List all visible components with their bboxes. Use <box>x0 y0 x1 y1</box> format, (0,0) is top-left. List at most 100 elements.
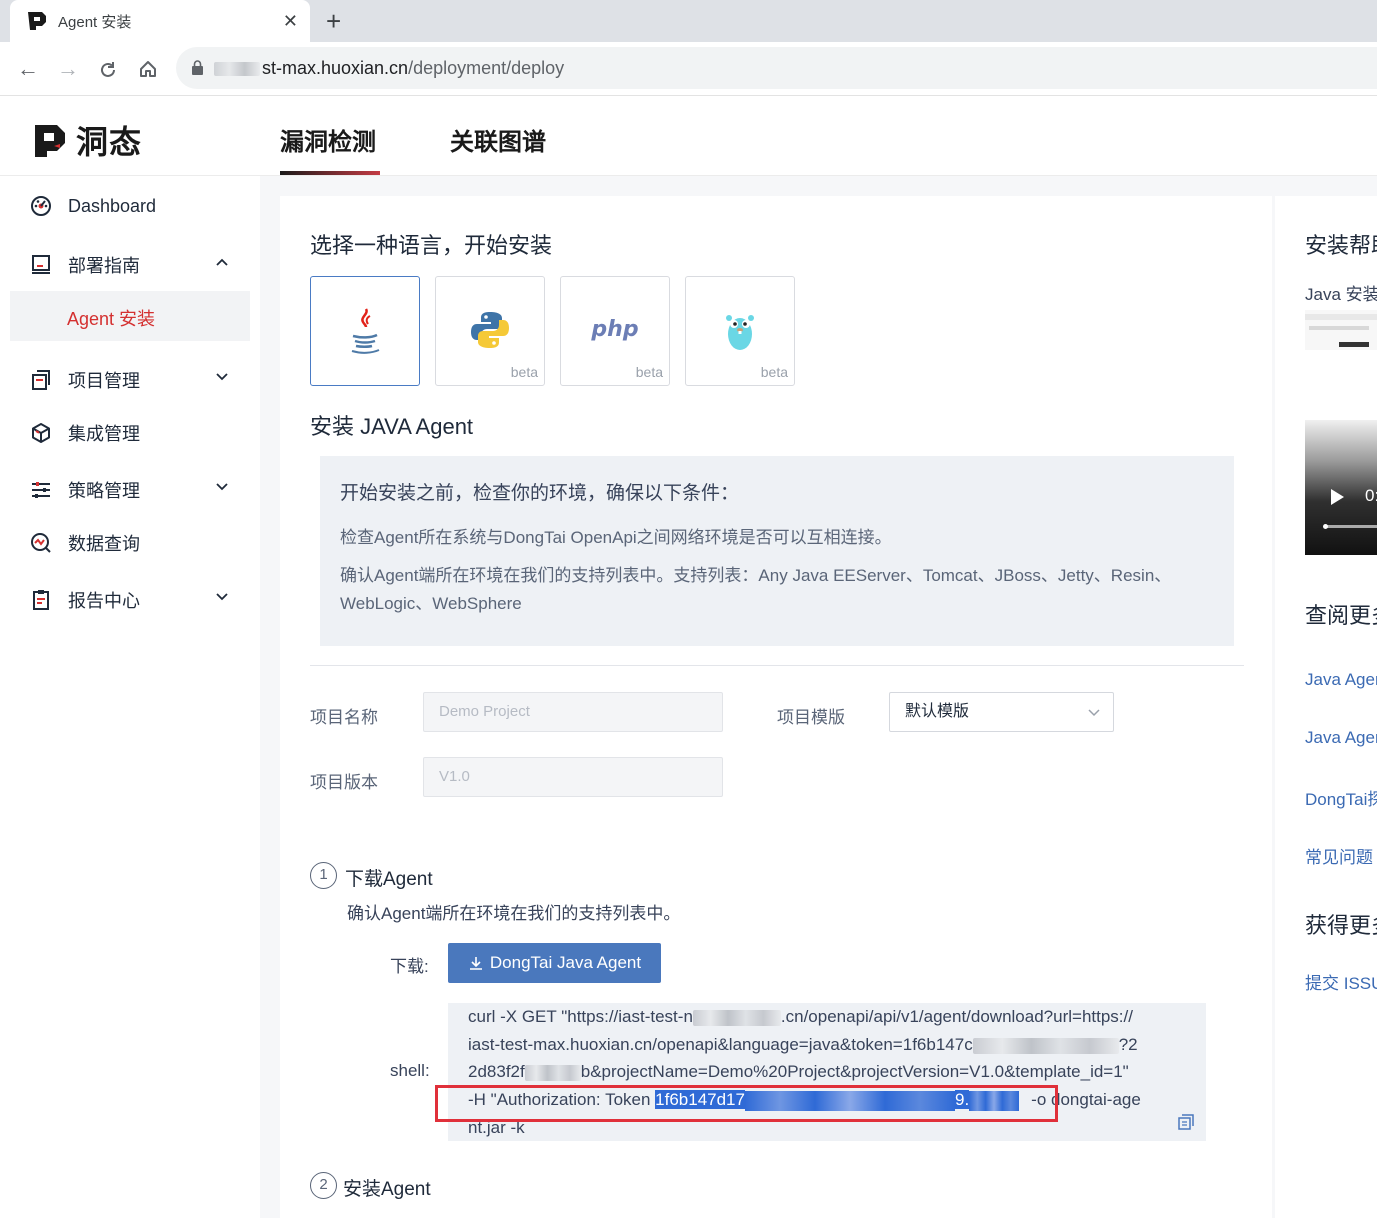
back-icon[interactable]: ← <box>17 54 39 84</box>
get-more-title: 获得更多 <box>1305 913 1377 938</box>
tab-relation-graph[interactable]: 关联图谱 <box>450 122 546 157</box>
step-number: 1 <box>310 862 337 889</box>
highlight-frame <box>435 1085 1058 1122</box>
dongtai-favicon-icon <box>28 12 46 30</box>
tab-title: Agent 安装 <box>58 13 132 31</box>
dongtai-logo-icon <box>35 125 65 157</box>
sidebar-item-label: 集成管理 <box>68 424 140 444</box>
java-icon <box>351 308 380 354</box>
help-link[interactable]: DongTai探 <box>1305 785 1377 810</box>
project-version-input[interactable]: V1.0 <box>423 757 723 797</box>
chevron-down-icon[interactable] <box>214 478 230 494</box>
step-number: 2 <box>310 1172 337 1199</box>
chevron-down-icon[interactable] <box>214 588 230 604</box>
requirement-support-list-cont: WebLogic、WebSphere <box>340 594 522 613</box>
project-name-input[interactable]: Demo Project <box>423 692 723 732</box>
step-download-title: 下载Agent <box>345 869 433 890</box>
project-name-label: 项目名称 <box>310 708 378 727</box>
sidebar-subitem-label: Agent 安装 <box>67 309 156 329</box>
step-download-desc: 确认Agent端所在环境在我们的支持列表中。 <box>347 904 681 923</box>
cube-icon <box>32 423 50 443</box>
sidebar-item-strategy[interactable]: 策略管理 <box>30 477 140 503</box>
download-label: 下载: <box>390 957 429 976</box>
download-agent-button[interactable]: DongTai Java Agent <box>448 943 661 983</box>
active-tab-indicator <box>280 171 380 175</box>
choose-language-title: 选择一种语言，开始安装 <box>310 233 553 258</box>
help-title: 安装帮助 <box>1305 233 1377 258</box>
chevron-down-icon[interactable] <box>214 368 230 384</box>
sidebar-item-label: 数据查询 <box>68 534 140 554</box>
requirement-network: 检查Agent所在系统与DongTai OpenApi之间网络环境是否可以互相连… <box>340 528 892 547</box>
help-link[interactable]: 常见问题 <box>1305 843 1373 868</box>
url-redacted <box>214 62 260 76</box>
sidebar-item-label: 项目管理 <box>68 371 140 391</box>
read-more-title: 查阅更多 <box>1305 603 1377 628</box>
language-option-go[interactable]: beta <box>685 276 795 386</box>
download-button-label: DongTai Java Agent <box>489 953 642 972</box>
redacted-text <box>524 1064 581 1081</box>
close-tab-icon[interactable]: ✕ <box>283 11 298 32</box>
tab-vuln-detection[interactable]: 漏洞检测 <box>280 122 376 157</box>
sidebar-item-integration[interactable]: 集成管理 <box>30 420 140 446</box>
lock-icon[interactable] <box>192 60 203 75</box>
redacted-text <box>692 1009 781 1026</box>
sidebar-item-label: 报告中心 <box>68 591 140 611</box>
shell-label: shell: <box>390 1061 430 1080</box>
browser-tab-bar: Agent 安装 ✕ + <box>0 0 1377 42</box>
reload-icon[interactable] <box>98 60 118 80</box>
sidebar-item-label: Dashboard <box>68 195 157 216</box>
browser-tab[interactable]: Agent 安装 ✕ <box>10 0 310 42</box>
home-icon[interactable] <box>138 59 158 79</box>
language-option-java[interactable] <box>310 276 420 386</box>
layers-icon <box>32 370 50 390</box>
play-icon[interactable] <box>1329 488 1345 506</box>
sliders-icon <box>32 482 50 498</box>
sidebar-item-reports[interactable]: 报告中心 <box>30 587 140 613</box>
copy-icon[interactable] <box>1177 1113 1195 1131</box>
requirements-title: 开始安装之前，检查你的环境，确保以下条件： <box>340 483 740 504</box>
monitor-icon <box>32 255 50 274</box>
help-link[interactable]: Java Agent <box>1305 728 1377 748</box>
step-install-title: 安装Agent <box>343 1179 431 1200</box>
search-chart-icon <box>31 533 51 553</box>
logo[interactable]: 洞态 <box>32 117 142 163</box>
help-video-player[interactable]: 0: <box>1305 420 1377 555</box>
sidebar-item-data-query[interactable]: 数据查询 <box>30 530 140 556</box>
sidebar-item-deploy-guide[interactable]: 部署指南 <box>30 252 140 278</box>
help-link[interactable]: Java Agent <box>1305 670 1377 690</box>
shell-line: iast-test-max.huoxian.cn/openapi&languag… <box>468 1035 1138 1054</box>
gauge-icon <box>31 196 51 216</box>
new-tab-button[interactable]: + <box>326 6 341 36</box>
beta-badge: beta <box>635 364 663 380</box>
sidebar-item-dashboard[interactable]: Dashboard <box>30 195 156 217</box>
help-java-install: Java 安装 <box>1305 285 1377 304</box>
sidebar-item-label: 策略管理 <box>68 481 140 501</box>
language-option-python[interactable]: beta <box>435 276 545 386</box>
forward-icon[interactable]: → <box>57 54 79 84</box>
gopher-icon <box>726 315 754 350</box>
template-value: 默认模版 <box>905 703 970 720</box>
project-template-select[interactable]: 默认模版 <box>889 692 1114 732</box>
beta-badge: beta <box>510 364 538 380</box>
chevron-up-icon[interactable] <box>214 255 230 271</box>
clipboard-icon <box>33 590 49 610</box>
shell-line: 2d83f2f b&projectName=Demo%20Project&proj… <box>468 1062 1129 1081</box>
submit-issue-link[interactable]: 提交 ISSUE <box>1305 969 1377 994</box>
php-icon: php <box>591 317 639 342</box>
logo-text: 洞态 <box>76 124 143 160</box>
install-java-title: 安装 JAVA Agent <box>310 414 474 439</box>
language-option-php[interactable]: php beta <box>560 276 670 386</box>
python-icon <box>471 312 509 348</box>
url-text: st-max.huoxian.cn/deployment/deploy <box>262 58 565 78</box>
section-divider <box>310 665 1244 666</box>
redacted-text <box>972 1037 1119 1054</box>
project-version-label: 项目版本 <box>310 773 378 792</box>
help-thumbnail[interactable] <box>1305 310 1377 350</box>
beta-badge: beta <box>760 364 788 380</box>
video-time: 0: <box>1365 486 1377 505</box>
sidebar-item-project-management[interactable]: 项目管理 <box>30 367 140 393</box>
chevron-down-icon <box>1088 709 1100 717</box>
requirement-support-list: 确认Agent端所在环境在我们的支持列表中。支持列表：Any Java EESe… <box>340 566 1172 585</box>
app-header <box>0 96 1377 176</box>
download-icon <box>469 957 482 970</box>
